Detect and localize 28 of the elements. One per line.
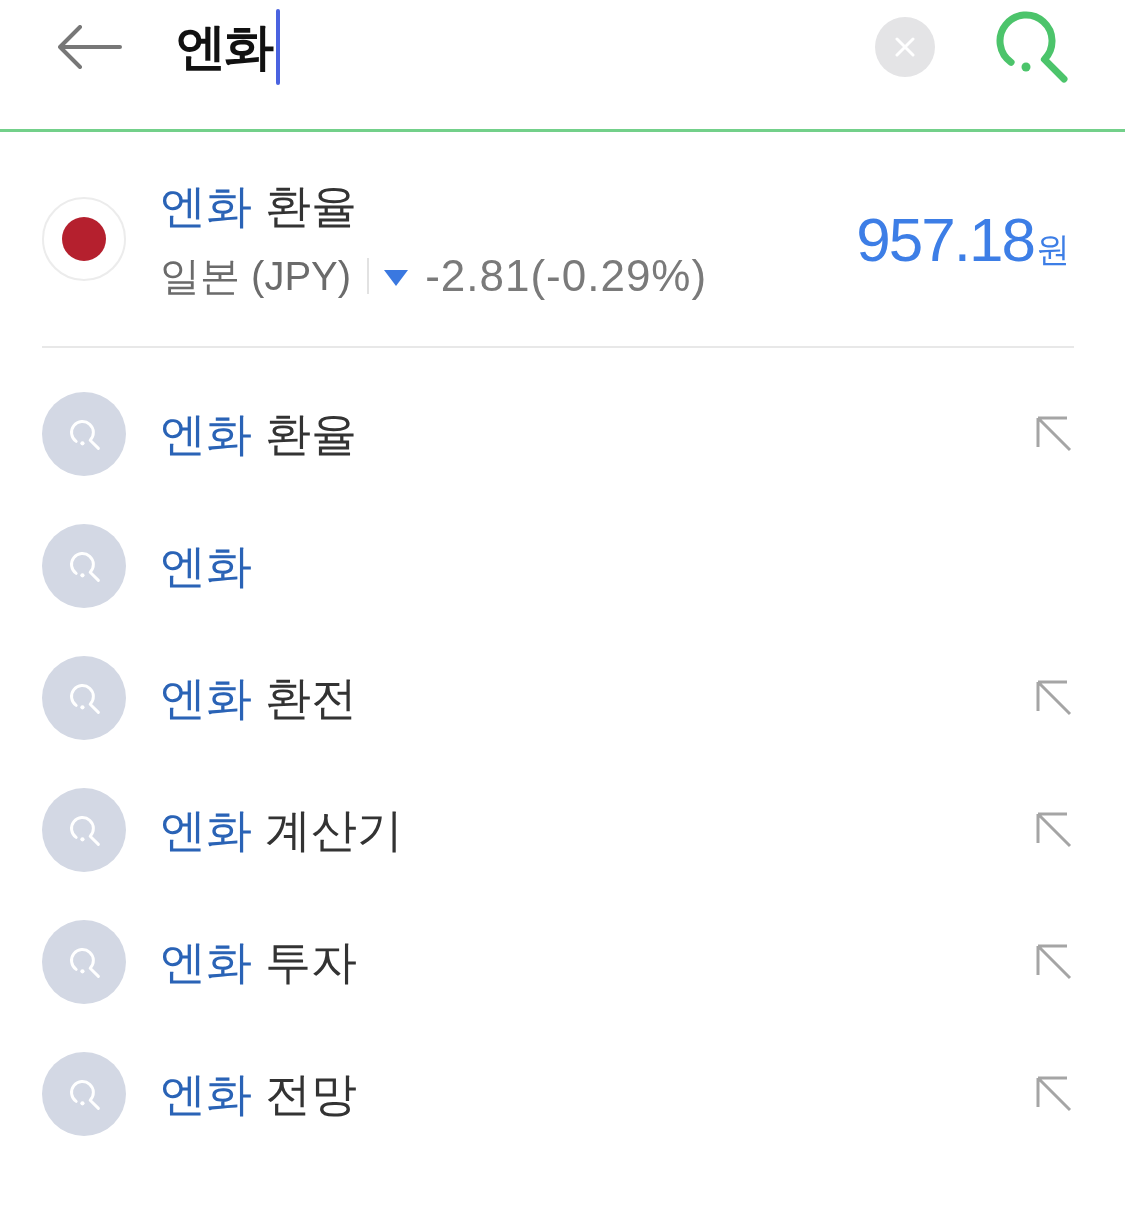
suggestion-item[interactable]: 엔화: [160, 536, 1072, 596]
search-icon: [42, 656, 126, 740]
flag-icon: [42, 197, 126, 281]
suggestion-item[interactable]: 엔화 투자: [160, 932, 1036, 992]
back-arrow-icon: [58, 25, 122, 69]
search-icon: [42, 524, 126, 608]
suggestion-item[interactable]: 엔화 환율: [160, 404, 1036, 464]
search-icon: [42, 1052, 126, 1136]
exchange-rate-value: 957.18원: [856, 203, 1070, 275]
search-icon[interactable]: [994, 9, 1070, 85]
suggestion-item[interactable]: 엔화 환전: [160, 668, 1036, 728]
change-value: -2.81(-0.29%): [425, 251, 708, 301]
search-icon: [42, 392, 126, 476]
search-icon: [42, 788, 126, 872]
arrow-up-left-icon[interactable]: [1036, 1076, 1072, 1112]
country-label: 일본 (JPY): [160, 252, 352, 300]
exchange-rate-title[interactable]: 엔화 환율: [160, 176, 857, 236]
clear-button[interactable]: [875, 17, 935, 77]
arrow-up-left-icon[interactable]: [1036, 416, 1072, 452]
arrow-up-left-icon[interactable]: [1036, 944, 1072, 980]
suggestion-item[interactable]: 엔화 계산기: [160, 800, 1036, 860]
suggestion-item[interactable]: 엔화 전망: [160, 1064, 1036, 1124]
arrow-up-left-icon[interactable]: [1036, 680, 1072, 716]
search-field[interactable]: 엔화: [176, 7, 875, 87]
search-icon: [42, 920, 126, 1004]
close-icon: [895, 37, 915, 57]
back-button[interactable]: [58, 25, 122, 69]
arrow-up-left-icon[interactable]: [1036, 812, 1072, 848]
